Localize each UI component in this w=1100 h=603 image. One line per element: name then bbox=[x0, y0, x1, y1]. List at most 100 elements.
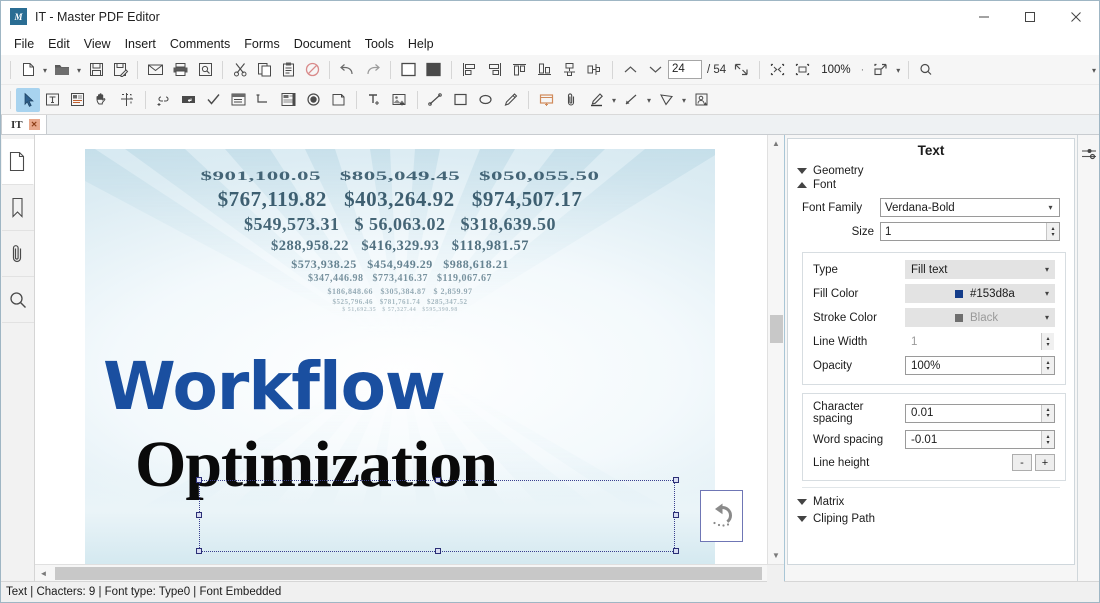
next-page-button[interactable] bbox=[643, 58, 668, 82]
pdf-page[interactable]: $901,100.05 $805,049.45 $050,055.50 $767… bbox=[85, 149, 715, 564]
fit-page-button[interactable] bbox=[729, 58, 754, 82]
opacity-input[interactable]: 100% ▴ ▾ bbox=[905, 356, 1055, 375]
headline-black-text[interactable]: Optimization bbox=[135, 432, 498, 498]
word-spacing-stepper[interactable]: ▴ ▾ bbox=[1041, 431, 1054, 448]
zoom-dropdown[interactable]: ▾ bbox=[893, 58, 903, 82]
sliders-icon[interactable] bbox=[1079, 141, 1099, 167]
headline-blue-text[interactable]: Workflow bbox=[103, 354, 446, 420]
font-size-stepper[interactable]: ▴ ▾ bbox=[1046, 223, 1059, 240]
toolbar-overflow-button[interactable]: ▾ bbox=[1089, 58, 1099, 82]
undo-button[interactable] bbox=[335, 58, 360, 82]
maximize-button[interactable] bbox=[1007, 1, 1053, 33]
sidebar-item-bookmarks[interactable] bbox=[1, 185, 34, 231]
sidebar-item-pages[interactable] bbox=[1, 139, 34, 185]
viewer-vertical-scrollbar[interactable]: ▲ ▼ bbox=[767, 135, 784, 564]
edit-object-tool-button[interactable] bbox=[65, 88, 90, 112]
menu-insert[interactable]: Insert bbox=[118, 34, 163, 54]
align-right-button[interactable] bbox=[482, 58, 507, 82]
save-as-button[interactable] bbox=[108, 58, 132, 82]
edit-text-tool-button[interactable] bbox=[40, 88, 65, 112]
copy-button[interactable] bbox=[252, 58, 276, 82]
add-link-tool-button[interactable] bbox=[151, 88, 176, 112]
stamp-tool-button[interactable] bbox=[689, 88, 714, 112]
email-button[interactable] bbox=[143, 58, 168, 82]
radio-button-tool-button[interactable] bbox=[301, 88, 326, 112]
page-number-input[interactable]: 24 bbox=[668, 60, 702, 79]
polygon-dropdown[interactable]: ▾ bbox=[679, 88, 689, 112]
sidebar-item-search[interactable] bbox=[1, 277, 34, 323]
delete-button[interactable] bbox=[300, 58, 324, 82]
menu-document[interactable]: Document bbox=[287, 34, 358, 54]
section-geometry[interactable]: Geometry bbox=[788, 164, 1074, 178]
search-button[interactable] bbox=[914, 58, 939, 82]
arrow-tool-button[interactable] bbox=[619, 88, 644, 112]
center-horizontal-button[interactable] bbox=[557, 58, 582, 82]
section-matrix[interactable]: Matrix bbox=[788, 492, 1074, 509]
minimize-button[interactable] bbox=[961, 1, 1007, 33]
center-vertical-button[interactable] bbox=[582, 58, 607, 82]
zoom-expand-button[interactable] bbox=[868, 58, 893, 82]
print-button[interactable] bbox=[168, 58, 193, 82]
radio-list-tool-button[interactable] bbox=[276, 88, 301, 112]
line-height-increase-button[interactable]: + bbox=[1035, 454, 1055, 471]
line-height-decrease-button[interactable]: - bbox=[1012, 454, 1032, 471]
add-image-tool-button[interactable] bbox=[387, 88, 412, 112]
new-document-dropdown[interactable]: ▾ bbox=[40, 58, 50, 82]
attachment-tool-button[interactable] bbox=[559, 88, 584, 112]
crop-tool-button[interactable] bbox=[115, 88, 140, 112]
hand-tool-button[interactable] bbox=[90, 88, 115, 112]
fill-solid-button[interactable] bbox=[421, 58, 446, 82]
sidebar-item-attachments[interactable] bbox=[1, 231, 34, 277]
rectangle-tool-button[interactable] bbox=[448, 88, 473, 112]
select-tool-button[interactable] bbox=[16, 87, 40, 112]
section-clipping-path[interactable]: Cliping Path bbox=[788, 509, 1074, 526]
sticky-note-tool-button[interactable] bbox=[534, 88, 559, 112]
word-spacing-input[interactable]: -0.01 ▴ ▾ bbox=[905, 430, 1055, 449]
chevron-down-icon[interactable]: ▾ bbox=[1040, 289, 1054, 298]
opacity-stepper[interactable]: ▴ ▾ bbox=[1041, 357, 1054, 374]
list-box-tool-button[interactable] bbox=[251, 88, 276, 112]
scroll-left-icon[interactable]: ◄ bbox=[35, 565, 52, 582]
open-document-dropdown[interactable]: ▾ bbox=[74, 58, 84, 82]
arrow-dropdown[interactable]: ▾ bbox=[644, 88, 654, 112]
previous-page-button[interactable] bbox=[618, 58, 643, 82]
print-preview-button[interactable] bbox=[193, 58, 217, 82]
scroll-down-icon[interactable]: ▼ bbox=[768, 547, 785, 564]
new-document-button[interactable] bbox=[16, 58, 40, 82]
menu-view[interactable]: View bbox=[77, 34, 118, 54]
align-left-button[interactable] bbox=[457, 58, 482, 82]
highlighter-tool-button[interactable] bbox=[584, 88, 609, 112]
chevron-down-icon[interactable]: ▾ bbox=[1042, 199, 1059, 216]
pdf-viewport[interactable]: $901,100.05 $805,049.45 $050,055.50 $767… bbox=[35, 135, 767, 564]
character-spacing-stepper[interactable]: ▴ ▾ bbox=[1041, 404, 1054, 422]
push-button-tool-button[interactable] bbox=[326, 88, 351, 112]
menu-help[interactable]: Help bbox=[401, 34, 441, 54]
highlighter-dropdown[interactable]: ▾ bbox=[609, 88, 619, 112]
redo-button[interactable] bbox=[360, 58, 385, 82]
checkbox-tool-button[interactable] bbox=[201, 88, 226, 112]
chevron-down-icon[interactable]: ▾ bbox=[1040, 265, 1054, 274]
pencil-tool-button[interactable] bbox=[498, 88, 523, 112]
zoom-fit-selection-button[interactable] bbox=[765, 58, 790, 82]
text-field-tool-button[interactable] bbox=[176, 88, 201, 112]
type-select[interactable]: Fill text ▾ bbox=[905, 260, 1055, 279]
close-icon[interactable]: ✕ bbox=[28, 119, 40, 130]
ellipse-tool-button[interactable] bbox=[473, 88, 498, 112]
cut-button[interactable] bbox=[228, 58, 252, 82]
polygon-tool-button[interactable] bbox=[654, 88, 679, 112]
open-document-button[interactable] bbox=[50, 58, 74, 82]
menu-comments[interactable]: Comments bbox=[163, 34, 237, 54]
menu-tools[interactable]: Tools bbox=[358, 34, 401, 54]
line-tool-button[interactable] bbox=[423, 88, 448, 112]
align-bottom-button[interactable] bbox=[532, 58, 557, 82]
fill-color-select[interactable]: #153d8a ▾ bbox=[905, 284, 1055, 303]
viewer-horizontal-scrollbar[interactable]: ◄ ► bbox=[35, 564, 784, 582]
section-font[interactable]: Font bbox=[788, 178, 1074, 192]
menu-forms[interactable]: Forms bbox=[237, 34, 286, 54]
document-tab[interactable]: IT ✕ bbox=[1, 114, 47, 134]
font-size-input[interactable]: 1 ▴ ▾ bbox=[880, 222, 1060, 241]
menu-file[interactable]: File bbox=[7, 34, 41, 54]
zoom-fit-width-button[interactable] bbox=[790, 58, 815, 82]
paste-button[interactable] bbox=[276, 58, 300, 82]
vertical-scroll-thumb[interactable] bbox=[770, 315, 783, 343]
